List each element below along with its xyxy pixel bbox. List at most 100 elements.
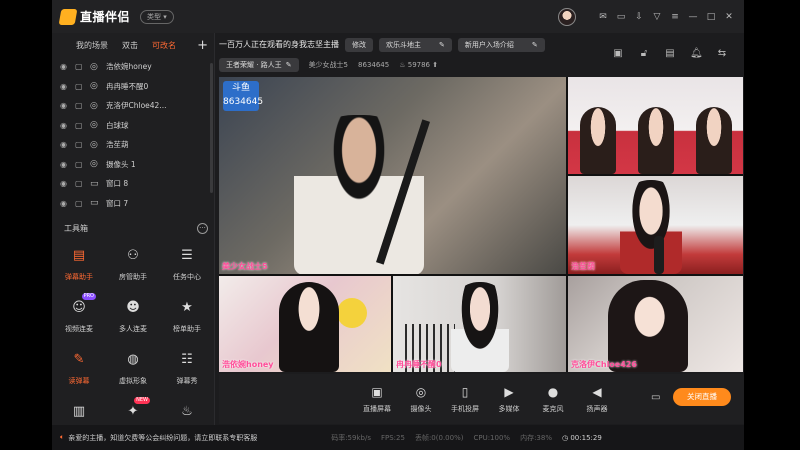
message-icon[interactable]: ✉ [598, 12, 608, 22]
tool-read-danmaku[interactable]: ✎ 读弹幕 [52, 349, 106, 386]
edit-title-button[interactable]: 修改 [345, 37, 373, 52]
badge: PRO [81, 293, 96, 300]
game-tag[interactable]: 王者荣耀 · 路人王 ✎ [219, 58, 299, 72]
eye-icon[interactable]: ◉ [60, 101, 69, 110]
camera-icon: ◎ [90, 159, 98, 170]
lock-icon[interactable]: 🔓︎ [638, 48, 650, 60]
source-item[interactable]: ◉ ▢ ◎ 克洛伊Chloe42... [52, 96, 212, 116]
source-name: 冉冉睡不醒0 [106, 81, 149, 91]
bottom-toolbar: ▭ 关闭直播 ▣ 直播屏幕 ◎ 摄像头 ▯ 手机投屏 ▶ 多媒体 ● 麦克风 ◀ 扬声器 [219, 374, 744, 424]
add-scene-icon[interactable]: + [197, 38, 208, 53]
source-scrollbar[interactable] [210, 63, 213, 193]
lock-icon[interactable]: ▢ [75, 101, 84, 110]
shirt-icon[interactable]: ▽ [652, 12, 662, 22]
source-name: 浩苼葫 [106, 140, 129, 150]
tool-label: 多人连麦 [119, 325, 147, 333]
scene-tab-rename[interactable]: 可改名 [152, 40, 176, 51]
type-dropdown[interactable]: 类型 ▾ [140, 9, 174, 24]
source-item[interactable]: ◉ ▢ ◎ 摄像头 1 [52, 155, 212, 175]
lock-icon[interactable]: ▢ [75, 199, 84, 208]
tool-multi-call[interactable]: ☻ 多人连麦 [106, 297, 160, 334]
lock-icon[interactable]: ▢ [75, 140, 84, 149]
greeting-selector[interactable]: 新用户入场介绍 ✎ [457, 37, 545, 52]
bell-icon[interactable]: 🔔︎ [690, 48, 703, 60]
save-icon[interactable]: ▣ [612, 48, 624, 60]
eye-icon[interactable]: ◉ [60, 121, 69, 130]
title-bar: 直播伴侣 类型 ▾ ✉ ▭ ⇩ ▽ ≡ — □ ✕ [52, 0, 744, 33]
more-icon[interactable]: ··· [197, 222, 208, 234]
mic-button[interactable]: ● 麦克风 [533, 384, 573, 414]
type-label: 类型 [147, 12, 162, 21]
menu-icon[interactable]: ≡ [670, 12, 680, 22]
speaker-button[interactable]: ◀ 扬声器 [577, 384, 617, 414]
category-selector[interactable]: 欢乐斗地主 ✎ [379, 37, 452, 52]
lock-icon[interactable]: ▢ [75, 62, 84, 71]
source-item[interactable]: ◉ ▢ ◎ 浩苼葫 [52, 135, 212, 155]
live-preview[interactable]: 斗鱼 8634645 美少女战士5 浩苼葫 浩依婉honey 冉冉睡不醒0 克洛伊… [219, 77, 743, 372]
notice[interactable]: 🔈︎ 亲爱的主播，知道欠费等公会纠纷问题，请立即联系专职客服 [60, 433, 257, 443]
tool-video-call[interactable]: ☺ PRO 视频连麦 [52, 293, 106, 334]
media-button[interactable]: ▶ 多媒体 [489, 384, 529, 414]
video-tile-5[interactable]: 克洛伊Chloe426 [568, 276, 743, 372]
tool-fire[interactable]: ♨ [160, 401, 214, 428]
video-tile-3[interactable]: 浩依婉honey [219, 276, 391, 372]
scene-tab-mine[interactable]: 我的场景 [76, 40, 108, 51]
source-item[interactable]: ◉ ▢ ◎ 浩依婉honey [52, 57, 212, 77]
tool-danmaku-show[interactable]: ☷ 弹幕秀 [160, 349, 214, 386]
tool-rank[interactable]: ★ 榜单助手 [160, 297, 214, 334]
download-icon[interactable]: ⇩ [634, 12, 644, 22]
video-tile-4[interactable]: 冉冉睡不醒0 [393, 276, 566, 372]
video-tile-main[interactable]: 斗鱼 8634645 美少女战士5 [219, 77, 566, 274]
lock-icon[interactable]: ▢ [75, 160, 84, 169]
eye-icon[interactable]: ◉ [60, 82, 69, 91]
tool-task[interactable]: ☰ 任务中心 [160, 245, 214, 282]
window-icon: ▭ [90, 178, 99, 189]
source-name: 摄像头 1 [106, 159, 136, 169]
minimize-icon[interactable]: — [688, 12, 698, 22]
close-icon[interactable]: ✕ [724, 12, 734, 22]
user-avatar[interactable] [558, 7, 576, 26]
source-item[interactable]: ◉ ▢ ◎ 冉冉睡不醒0 [52, 77, 212, 97]
eye-icon[interactable]: ◉ [60, 199, 69, 208]
tool-label: 虚拟形象 [119, 377, 147, 385]
bottom-tool-label: 手机投屏 [451, 405, 479, 413]
tool-danmaku[interactable]: ▤ 弹幕助手 [52, 245, 106, 282]
video-tile-1[interactable] [568, 77, 743, 174]
record-icon[interactable]: ▭ [651, 392, 660, 403]
avatar-icon: ◍ [127, 352, 139, 367]
inbox-icon[interactable]: ▭ [616, 12, 626, 22]
tool-game[interactable]: ✦ NEW [106, 397, 160, 428]
lock-icon[interactable]: ▢ [75, 121, 84, 130]
source-item[interactable]: ◉ ▢ ▭ 窗口 8 [52, 174, 212, 194]
edit-label: 修改 [352, 40, 366, 49]
tool-user-manage[interactable]: ⚇ 房管助手 [106, 245, 160, 282]
screen-button[interactable]: ▣ 直播屏幕 [357, 384, 397, 414]
scene-tab-double[interactable]: 双击 [122, 40, 138, 51]
stream-title: 一百万人正在观看的身我志坚主播 [219, 40, 339, 49]
camera-icon: ◎ [415, 385, 427, 399]
eye-icon[interactable]: ◉ [60, 62, 69, 71]
video-tile-2[interactable]: 浩苼葫 [568, 176, 743, 274]
tool-book[interactable]: ▥ [52, 401, 106, 428]
phone-cast-button[interactable]: ▯ 手机投屏 [445, 384, 485, 414]
game-tag-label: 王者荣耀 · 路人王 [226, 61, 282, 69]
source-item[interactable]: ◉ ▢ ▭ 窗口 7 [52, 194, 212, 214]
screen-icon: ▣ [371, 385, 383, 399]
media-icon: ▶ [504, 385, 514, 399]
share-icon[interactable]: ⇆ [716, 48, 728, 60]
source-name: 白球球 [106, 120, 129, 130]
lock-icon[interactable]: ▢ [75, 82, 84, 91]
maximize-icon[interactable]: □ [706, 12, 716, 22]
close-live-button[interactable]: 关闭直播 [673, 388, 731, 406]
eye-icon[interactable]: ◉ [60, 140, 69, 149]
eye-icon[interactable]: ◉ [60, 179, 69, 188]
source-item[interactable]: ◉ ▢ ◎ 白球球 [52, 116, 212, 136]
lock-icon[interactable]: ▢ [75, 179, 84, 188]
douyu-logo: 斗鱼 8634645 [223, 81, 263, 111]
layout-icon[interactable]: ▤ [664, 48, 676, 60]
camera-button[interactable]: ◎ 摄像头 [401, 384, 441, 414]
tool-avatar[interactable]: ◍ 虚拟形象 [106, 349, 160, 386]
toolbox-title: 工具箱 [64, 223, 88, 233]
eye-icon[interactable]: ◉ [60, 160, 69, 169]
danmaku-show-icon: ☷ [181, 352, 193, 367]
